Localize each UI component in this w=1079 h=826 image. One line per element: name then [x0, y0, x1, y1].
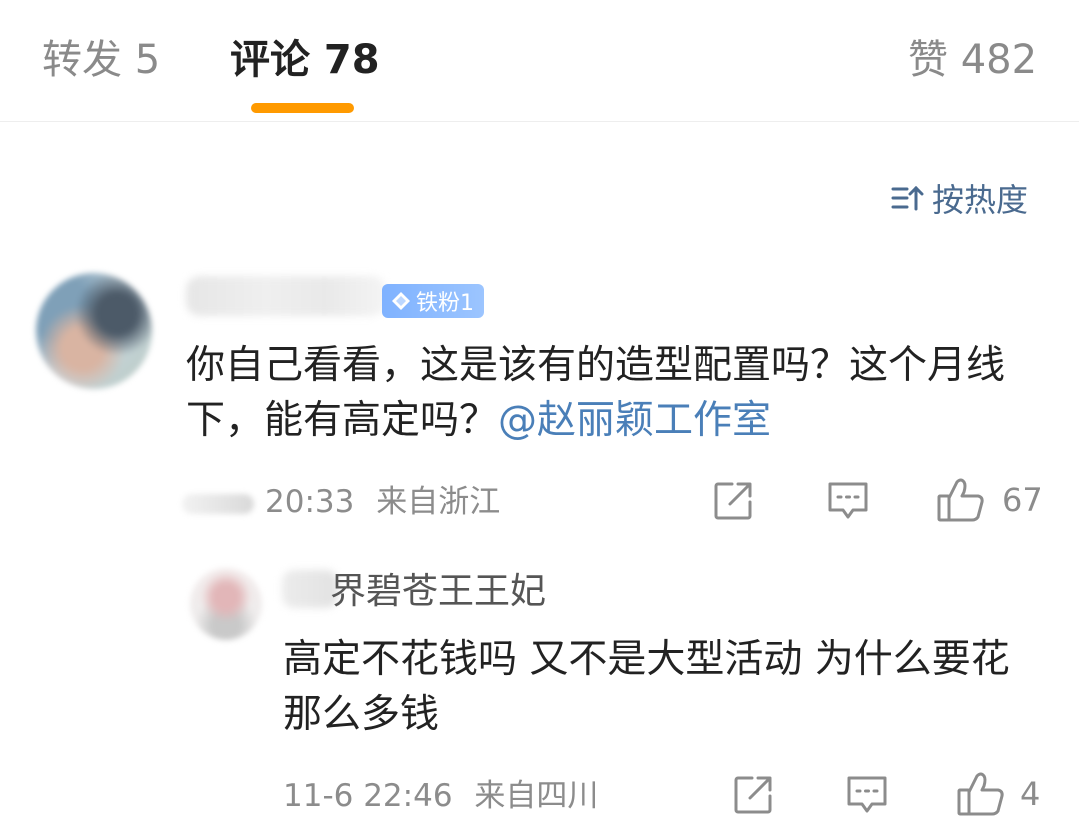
username-blurred[interactable] [186, 276, 386, 316]
reply-username[interactable]: 界碧苍王王妃 [330, 568, 546, 616]
sort-toggle[interactable]: 按热度 [890, 176, 1028, 220]
comment-icon [847, 776, 887, 813]
reply-text: 高定不花钱吗 又不是大型活动 为什么要花那么多钱 [283, 637, 1010, 737]
like-button[interactable]: 67 [936, 476, 1043, 524]
reply-share-button[interactable] [732, 774, 774, 816]
thumbs-up-icon [957, 772, 1004, 816]
share-icon [734, 776, 772, 814]
comment-location: 来自浙江 [376, 484, 501, 520]
comment-button[interactable] [826, 480, 870, 522]
mention-link[interactable]: @赵丽颖工作室 [498, 398, 771, 443]
avatar[interactable] [36, 273, 152, 389]
comment-meta: 20:33 来自浙江 [265, 482, 500, 522]
reply-time: 11-6 22:46 [283, 778, 453, 814]
fan-badge[interactable]: 铁粉1 [382, 284, 484, 318]
fan-badge-label: 铁粉1 [416, 291, 474, 316]
tabs-divider [0, 121, 1079, 122]
reply-like-count: 4 [1020, 775, 1041, 813]
reply-like-button[interactable]: 4 [956, 770, 1040, 818]
diamond-icon [392, 292, 410, 310]
active-tab-indicator [251, 103, 354, 113]
reply-meta: 11-6 22:46 来自四川 [283, 776, 598, 816]
comment-icon [828, 482, 868, 519]
reply-avatar[interactable] [190, 568, 262, 640]
sort-icon [891, 185, 924, 211]
tab-comments[interactable]: 评论 78 [230, 32, 380, 88]
comment-text: 你自己看看，这是该有的造型配置吗？这个月线下，能有高定吗？@赵丽颖工作室 [186, 338, 1046, 448]
share-button[interactable] [712, 480, 754, 522]
thumbs-up-icon [937, 478, 984, 522]
tab-likes[interactable]: 赞 482 [908, 32, 1037, 88]
like-count: 67 [1002, 481, 1043, 519]
tab-repost[interactable]: 转发 5 [42, 32, 160, 88]
comment-time: 20:33 [265, 484, 355, 520]
sort-label: 按热度 [932, 181, 1029, 219]
share-icon [714, 482, 752, 520]
reply-comment-button[interactable] [845, 774, 889, 816]
reply-location: 来自四川 [474, 778, 599, 814]
meta-blurred-prefix [182, 494, 254, 514]
